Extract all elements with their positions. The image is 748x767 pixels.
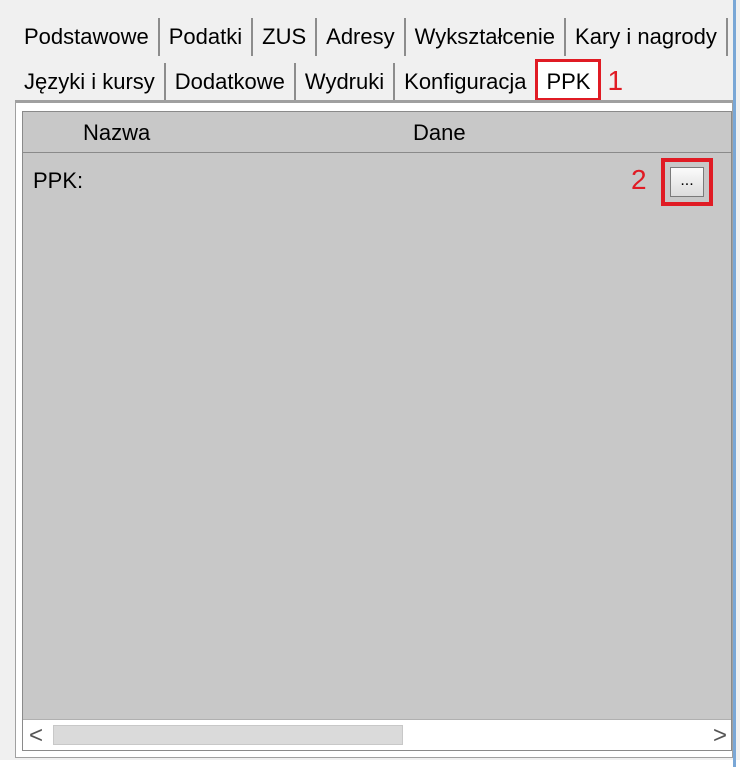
row-label-ppk: PPK: [33, 168, 84, 193]
scroll-thumb[interactable] [53, 725, 403, 745]
window-right-border [733, 0, 736, 767]
annotation-1: 1 [607, 65, 624, 96]
scroll-right-icon[interactable]: > [713, 722, 727, 750]
tab-dodatkowe[interactable]: Dodatkowe [166, 63, 296, 101]
tab-wydruki[interactable]: Wydruki [296, 63, 396, 101]
scroll-left-icon[interactable]: < [29, 722, 43, 750]
tab-adresy[interactable]: Adresy [317, 18, 406, 56]
tab-podstawowe[interactable]: Podstawowe [15, 18, 160, 56]
employee-window: Podstawowe Podatki ZUS Adresy Wykształce… [0, 0, 740, 760]
ellipsis-button[interactable]: ... [670, 167, 704, 197]
tab-ppk[interactable]: PPK [535, 59, 602, 101]
column-header-dane[interactable]: Dane [413, 120, 466, 146]
horizontal-scrollbar[interactable]: < > [23, 719, 731, 750]
highlight-box: ... [661, 158, 713, 206]
tab-row-2: Języki i kursy Dodatkowe Wydruki Konfigu… [15, 57, 629, 101]
column-header-nazwa[interactable]: Nazwa [83, 120, 150, 146]
tab-wyksztalcenie[interactable]: Wykształcenie [406, 18, 567, 56]
tab-konfiguracja[interactable]: Konfiguracja [395, 63, 535, 101]
property-grid: Nazwa Dane PPK: 2 ... < > [22, 111, 732, 751]
tab-panel: Nazwa Dane PPK: 2 ... < > [15, 102, 733, 758]
grid-header: Nazwa Dane [23, 112, 731, 153]
tab-zus[interactable]: ZUS [253, 18, 318, 56]
tab-row-1: Podstawowe Podatki ZUS Adresy Wykształce… [15, 12, 728, 56]
tab-jezyki-i-kursy[interactable]: Języki i kursy [15, 63, 166, 101]
annotation-2: 2 [631, 164, 647, 195]
tab-kary-i-nagrody[interactable]: Kary i nagrody [566, 18, 728, 56]
tab-podatki[interactable]: Podatki [160, 18, 254, 56]
